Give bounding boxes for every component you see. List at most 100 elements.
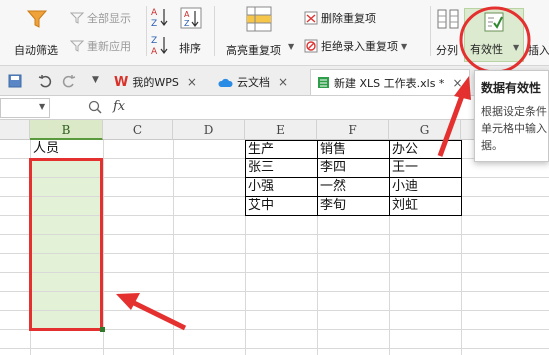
table-cell-e3[interactable]: 小强 bbox=[246, 178, 274, 195]
data-validity-button[interactable]: 有效性 ▼ bbox=[464, 8, 524, 62]
table-cell-e1[interactable]: 生产 bbox=[246, 141, 274, 158]
autofilter-label: 自动筛选 bbox=[14, 44, 58, 57]
funnel-clear-icon bbox=[70, 12, 84, 24]
highlight-duplicates-button[interactable]: 高亮重复项 ▼ bbox=[222, 4, 298, 60]
table-cell-g4[interactable]: 刘虹 bbox=[390, 197, 418, 214]
function-fx-button[interactable]: fx bbox=[113, 99, 125, 114]
insert-label: 插入 bbox=[528, 44, 549, 57]
table-cell-g3[interactable]: 小迪 bbox=[390, 178, 418, 195]
cloud-icon bbox=[218, 78, 233, 87]
ribbon-divider bbox=[214, 6, 215, 56]
reapply-button[interactable]: 重新应用 bbox=[70, 38, 131, 54]
quick-access-dropdown-icon[interactable]: ▼ bbox=[92, 75, 99, 85]
cell-b1[interactable]: 人员 bbox=[31, 140, 59, 157]
fill-handle[interactable] bbox=[100, 327, 105, 332]
split-columns-icon bbox=[437, 9, 459, 29]
name-box[interactable]: ▼ bbox=[0, 98, 50, 118]
data-validity-label: 有效性 bbox=[470, 43, 503, 56]
column-header-f[interactable]: F bbox=[317, 120, 389, 140]
tab-new-xls[interactable]: 新建 XLS 工作表.xls * × bbox=[310, 69, 470, 95]
autofilter-button[interactable]: 自动筛选 bbox=[6, 4, 68, 60]
table-cell-e2[interactable]: 张三 bbox=[246, 159, 274, 176]
close-icon[interactable]: × bbox=[452, 76, 462, 90]
column-header-d[interactable]: D bbox=[173, 120, 245, 140]
tooltip-title: 数据有效性 bbox=[481, 81, 542, 95]
svg-text:A: A bbox=[151, 8, 158, 18]
table-cell-e4[interactable]: 艾中 bbox=[246, 197, 274, 214]
zoom-search-icon[interactable] bbox=[88, 100, 102, 114]
sort-label: 排序 bbox=[179, 42, 201, 55]
gridline bbox=[0, 348, 549, 349]
formula-bar: ▼ fx bbox=[0, 96, 549, 120]
column-header-g[interactable]: G bbox=[389, 120, 461, 140]
show-all-label: 全部显示 bbox=[87, 12, 131, 25]
reject-duplicates-icon bbox=[304, 39, 318, 53]
tab-cloud-docs[interactable]: 云文档 × bbox=[212, 69, 294, 95]
insert-button[interactable]: 插入 bbox=[526, 4, 549, 60]
spreadsheet-grid[interactable]: B C D E F G 人员 生产 销售 办公 张三 李四 王一 小强 一然 小… bbox=[0, 120, 549, 355]
ribbon-divider bbox=[430, 6, 431, 56]
table-border bbox=[245, 158, 461, 159]
selection-highlight-box bbox=[29, 158, 103, 331]
table-border bbox=[245, 177, 461, 178]
sort-za-icon: Z A bbox=[151, 36, 168, 57]
close-icon[interactable]: × bbox=[278, 75, 288, 89]
table-cell-f4[interactable]: 李旬 bbox=[318, 197, 346, 214]
svg-text:A: A bbox=[151, 47, 158, 56]
tooltip-body: 根据设定条件单元格中输入据。 bbox=[481, 105, 547, 152]
funnel-icon bbox=[26, 10, 48, 28]
delete-duplicates-button[interactable]: 删除重复项 bbox=[304, 10, 376, 26]
data-validity-tooltip: 数据有效性 根据设定条件单元格中输入据。 bbox=[474, 70, 549, 162]
svg-text:Z: Z bbox=[184, 19, 190, 28]
redo-icon[interactable] bbox=[62, 74, 76, 88]
undo-icon[interactable] bbox=[38, 74, 52, 88]
close-icon[interactable]: × bbox=[187, 75, 197, 89]
split-columns-label: 分列 bbox=[436, 44, 458, 57]
tab-cloud-docs-label: 云文档 bbox=[237, 76, 270, 89]
show-all-button[interactable]: 全部显示 bbox=[70, 10, 131, 26]
tab-my-wps[interactable]: W 我的WPS × bbox=[108, 69, 203, 95]
sort-az-button[interactable]: A Z bbox=[150, 6, 170, 29]
table-border bbox=[461, 140, 462, 216]
ribbon-toolbar: 自动筛选 全部显示 重新应用 A Z Z A A Z 排序 高亮重复项 ▼ 删除… bbox=[0, 0, 549, 66]
chevron-down-icon: ▼ bbox=[39, 102, 46, 111]
table-cell-f3[interactable]: 一然 bbox=[318, 178, 346, 195]
highlight-duplicates-label: 高亮重复项 bbox=[226, 44, 281, 57]
svg-text:Z: Z bbox=[151, 36, 157, 46]
reject-duplicates-label: 拒绝录入重复项 bbox=[321, 40, 398, 53]
save-icon[interactable] bbox=[8, 74, 22, 88]
table-cell-f1[interactable]: 销售 bbox=[318, 141, 346, 158]
sort-za-button[interactable]: Z A bbox=[150, 34, 170, 57]
wps-logo-icon: W bbox=[114, 74, 129, 90]
table-cell-f2[interactable]: 李四 bbox=[318, 159, 346, 176]
sort-icon: A Z bbox=[180, 7, 202, 29]
gridline bbox=[173, 140, 174, 355]
column-header-c[interactable]: C bbox=[103, 120, 173, 140]
sort-button[interactable]: A Z 排序 bbox=[173, 6, 209, 60]
table-border bbox=[245, 215, 461, 216]
tab-my-wps-label: 我的WPS bbox=[132, 76, 179, 89]
split-columns-button[interactable]: 分列 bbox=[432, 4, 464, 60]
document-tabs-bar: ▼ W 我的WPS × 云文档 × 新建 XLS 工作表.xls * × bbox=[0, 66, 549, 96]
svg-text:Z: Z bbox=[151, 19, 157, 28]
column-header-e[interactable]: E bbox=[245, 120, 317, 140]
chevron-down-icon: ▼ bbox=[513, 43, 520, 52]
funnel-refresh-icon bbox=[70, 40, 84, 52]
data-validity-icon bbox=[484, 12, 504, 32]
ribbon-divider bbox=[146, 6, 147, 56]
table-cell-g1[interactable]: 办公 bbox=[390, 141, 418, 158]
delete-duplicates-icon bbox=[304, 11, 318, 25]
column-header-b[interactable]: B bbox=[30, 120, 103, 140]
row-header-corner bbox=[0, 120, 30, 140]
gridline bbox=[103, 140, 104, 355]
table-border bbox=[245, 196, 461, 197]
svg-text:A: A bbox=[184, 10, 190, 19]
delete-duplicates-label: 删除重复项 bbox=[321, 12, 376, 25]
table-border bbox=[245, 140, 461, 141]
table-cell-g2[interactable]: 王一 bbox=[390, 159, 418, 176]
sort-az-icon: A Z bbox=[151, 8, 168, 29]
chevron-down-icon: ▼ bbox=[288, 42, 295, 51]
reject-duplicates-button[interactable]: 拒绝录入重复项 ▼ bbox=[304, 38, 407, 54]
spreadsheet-icon bbox=[318, 77, 329, 88]
tab-new-xls-label: 新建 XLS 工作表.xls * bbox=[334, 76, 445, 90]
